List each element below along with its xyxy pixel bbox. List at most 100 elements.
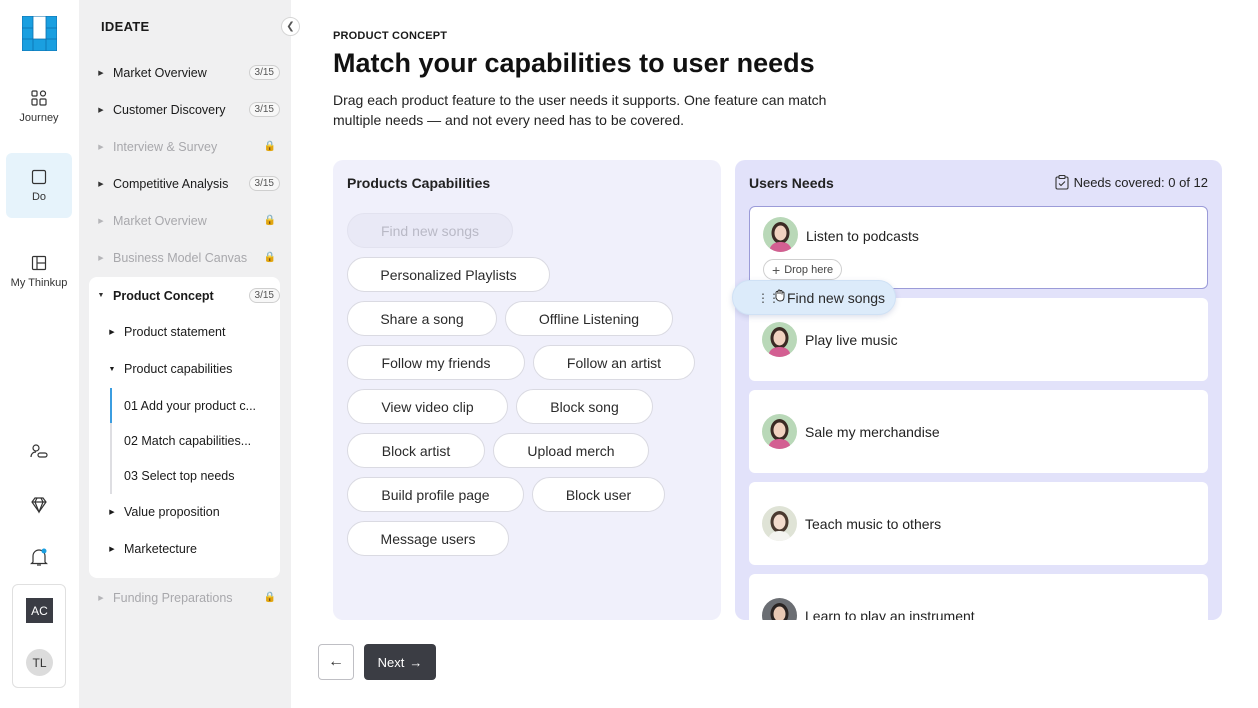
next-label: Next	[377, 654, 405, 670]
caret-right-icon: ▶	[109, 546, 115, 553]
sidebar-item-market-overview-2: ▶ Market Overview 🔒	[89, 202, 280, 239]
capability-chip[interactable]: Block artist	[347, 433, 485, 468]
caret-right-icon: ▶	[109, 329, 115, 336]
caret-right-icon: ▶	[98, 254, 104, 262]
sidebar-item-competitive-analysis[interactable]: ▶ Competitive Analysis 3/15	[89, 165, 280, 202]
progress-badge: 3/15	[248, 102, 280, 117]
rail-my-thinkup-label: My Thinkup	[10, 277, 68, 289]
capability-chip[interactable]: Follow an artist	[533, 345, 695, 380]
sidebar-item-product-concept[interactable]: ▼ Product Concept 3/15	[89, 277, 280, 314]
sidebar-item-market-overview[interactable]: ▶ Market Overview 3/15	[89, 54, 280, 91]
users-icon[interactable]	[28, 441, 50, 463]
need-label: Listen to podcasts	[806, 228, 919, 244]
app-rail: Journey Do My Thinkup AC TL	[0, 0, 79, 708]
arrow-right-icon: →	[409, 654, 423, 670]
collapse-sidebar-button[interactable]: ❮	[281, 17, 300, 36]
avatar-ac[interactable]: AC	[26, 598, 53, 623]
sidebar-item-label: Interview & Survey	[113, 139, 218, 154]
diamond-icon[interactable]	[28, 494, 50, 516]
grab-cursor-icon	[775, 289, 785, 302]
capability-chip[interactable]: Follow my friends	[347, 345, 525, 380]
persona-avatar	[762, 322, 797, 357]
sidebar-item-funding-preparations: ▶ Funding Preparations 🔒	[89, 579, 280, 616]
needs-covered-text: Needs covered: 0 of 12	[1073, 175, 1208, 190]
page-description: Drag each product feature to the user ne…	[333, 92, 827, 128]
rail-do[interactable]: Do	[6, 153, 72, 218]
step-select-top-needs[interactable]: 03 Select top needs	[124, 469, 268, 483]
capability-chip[interactable]: Block user	[532, 477, 665, 512]
sub-item-product-statement[interactable]: ▶ Product statement	[100, 325, 225, 339]
capability-chip[interactable]: Share a song	[347, 301, 497, 336]
bell-icon[interactable]	[28, 546, 50, 568]
caret-right-icon: ▶	[98, 217, 104, 225]
step-add-product-capabilities[interactable]: 01 Add your product c...	[124, 399, 268, 413]
app-logo	[22, 16, 57, 51]
caret-down-icon: ▼	[108, 365, 116, 373]
next-button[interactable]: Next →	[364, 644, 436, 680]
persona-avatar	[762, 598, 797, 620]
caret-right-icon: ▶	[109, 509, 115, 516]
avatar-tl[interactable]: TL	[26, 649, 53, 676]
sidebar-item-customer-discovery[interactable]: ▶ Customer Discovery 3/15	[89, 91, 280, 128]
dragging-capability-chip[interactable]: ⋮⋮ Find new songs	[732, 280, 896, 315]
back-button[interactable]: ←	[318, 644, 354, 680]
progress-badge: 3/15	[248, 176, 280, 191]
lock-icon: 🔒	[263, 141, 276, 152]
rail-journey-label: Journey	[19, 112, 59, 124]
capability-chip[interactable]: Upload merch	[493, 433, 649, 468]
need-label: Learn to play an instrument	[805, 608, 975, 620]
product-concept-group	[89, 277, 280, 578]
need-card[interactable]: Learn to play an instrument	[749, 574, 1208, 620]
sub-item-product-capabilities[interactable]: ▼ Product capabilities	[100, 362, 233, 376]
sidebar-item-label: Market Overview	[113, 65, 207, 80]
sidebar-item-label: Market Overview	[113, 213, 207, 228]
sub-item-marketecture[interactable]: ▶ Marketecture	[100, 542, 197, 556]
arrow-left-icon: ←	[328, 653, 344, 670]
lock-icon: 🔒	[263, 252, 276, 263]
needs-panel: Users Needs Needs covered: 0 of 12 Liste…	[735, 160, 1222, 620]
sidebar-item-label: Business Model Canvas	[113, 250, 248, 265]
rail-journey[interactable]: Journey	[6, 84, 72, 130]
sidebar-item-interview-survey: ▶ Interview & Survey 🔒	[89, 128, 280, 165]
step-track-active	[110, 388, 112, 423]
need-card[interactable]: Sale my merchandise	[749, 390, 1208, 473]
progress-badge: 3/15	[248, 288, 280, 303]
page-eyebrow: PRODUCT CONCEPT	[333, 30, 448, 42]
clipboard-check-icon	[1055, 175, 1069, 190]
sub-item-label: Value proposition	[124, 505, 220, 519]
step-match-capabilities[interactable]: 02 Match capabilities...	[124, 434, 268, 448]
sidebar-item-label: Funding Preparations	[113, 590, 233, 605]
drop-here-zone[interactable]: + Drop here	[763, 259, 843, 280]
caret-right-icon: ▶	[98, 594, 104, 602]
capability-chip[interactable]: Build profile page	[347, 477, 524, 512]
page-title: Match your capabilities to user needs	[333, 48, 815, 78]
needs-covered-counter: Needs covered: 0 of 12	[1055, 175, 1208, 190]
rail-do-label: Do	[31, 190, 47, 203]
capability-chip[interactable]: View video clip	[347, 389, 508, 424]
caret-right-icon: ▶	[98, 180, 104, 188]
chevron-left-icon: ❮	[286, 21, 295, 32]
rail-my-thinkup[interactable]: My Thinkup	[6, 248, 72, 296]
capabilities-title: Products Capabilities	[347, 175, 491, 191]
capability-chip[interactable]: Message users	[347, 521, 509, 556]
need-card-drop-target[interactable]: Listen to podcasts + Drop here	[749, 206, 1208, 289]
need-label: Sale my merchandise	[805, 424, 940, 440]
lock-icon: 🔒	[263, 215, 276, 226]
sub-item-value-proposition[interactable]: ▶ Value proposition	[100, 505, 220, 519]
caret-right-icon: ▶	[98, 69, 104, 77]
needs-title: Users Needs	[749, 175, 834, 191]
sub-item-label: Marketecture	[124, 542, 197, 556]
persona-avatar	[762, 506, 797, 541]
need-card[interactable]: Teach music to others	[749, 482, 1208, 565]
user-avatars: AC TL	[12, 584, 66, 688]
capability-chip[interactable]: Personalized Playlists	[347, 257, 550, 292]
journey-icon	[31, 90, 47, 106]
plus-icon: +	[772, 261, 781, 278]
need-label: Play live music	[805, 332, 898, 348]
sidebar-title: IDEATE	[101, 19, 150, 34]
sidebar-item-label: Customer Discovery	[113, 102, 226, 117]
capability-chip[interactable]: Offline Listening	[505, 301, 673, 336]
persona-avatar	[763, 217, 798, 252]
capability-chip[interactable]: Block song	[516, 389, 653, 424]
caret-right-icon: ▶	[98, 106, 104, 114]
